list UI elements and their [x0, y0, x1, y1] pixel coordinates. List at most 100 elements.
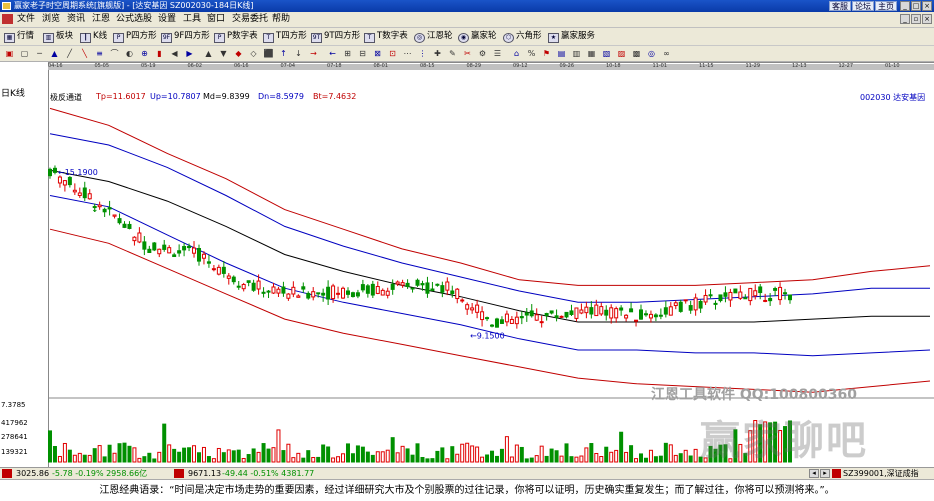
volume-bar [390, 437, 395, 463]
candle-body [529, 310, 534, 317]
volume-bar [554, 450, 559, 463]
volume-bar [673, 454, 678, 463]
candle-body [211, 268, 216, 271]
candle-body [748, 287, 753, 302]
volume-bar [559, 455, 564, 463]
candle-body [480, 311, 485, 321]
volume-bar [132, 447, 137, 463]
candle-body [758, 286, 763, 294]
sh-index-change: -5.78 -0.19% 2958.66亿 [52, 469, 148, 478]
candle-body [643, 313, 648, 316]
volume-bar [445, 458, 450, 463]
low-price-label: ←9.1500 [470, 331, 505, 340]
volume-bar [246, 454, 251, 463]
candle-body [693, 297, 698, 311]
candle-body [584, 306, 589, 314]
candle-body [410, 287, 415, 290]
candle-body [420, 283, 425, 286]
candle-body [375, 286, 380, 294]
candle-body [336, 292, 341, 295]
sh-index-icon [2, 469, 12, 478]
volume-bar [286, 443, 291, 463]
volume-bar [629, 445, 634, 463]
volume-bar [365, 451, 370, 463]
volume-bar [415, 443, 420, 463]
candle-body [425, 282, 430, 294]
status-bar: 3025.86 -5.78 -0.19% 2958.66亿 9671.13 -4… [0, 467, 934, 479]
volume-bar [261, 443, 266, 463]
candle-body [524, 312, 529, 316]
volume-bar [77, 452, 82, 463]
candle-body [345, 290, 350, 295]
candle-body [48, 168, 52, 177]
candle-body [201, 253, 206, 259]
candle-body [574, 307, 579, 319]
volume-bar [221, 452, 226, 463]
candle-body [152, 242, 157, 251]
volume-bar [534, 455, 539, 463]
volume-bar [693, 448, 698, 463]
candle-body [733, 288, 738, 294]
volume-bar [594, 452, 599, 463]
candle-body [296, 295, 301, 298]
candle-body [788, 294, 792, 301]
volume-bar [405, 448, 410, 463]
volume-bar [599, 456, 604, 463]
volume-bar [147, 452, 152, 463]
volume-bar [614, 449, 619, 463]
candle-body [624, 314, 629, 319]
candle-body [460, 299, 465, 302]
candle-body [301, 286, 306, 290]
volume-bar [430, 458, 435, 463]
candle-body [137, 232, 142, 243]
volume-bar [256, 451, 261, 463]
volume-bar [574, 456, 579, 463]
candle-body [231, 276, 236, 283]
candle-body [539, 321, 544, 324]
volume-bar [122, 442, 127, 463]
candle-body [87, 193, 92, 200]
volume-bar [177, 451, 182, 463]
volume-bar [301, 457, 306, 463]
volume-bar [619, 431, 624, 463]
candle-body [52, 167, 57, 173]
candle-body [326, 286, 331, 300]
volume-bar [306, 450, 311, 463]
scroll-left-icon[interactable]: ◂ [809, 469, 819, 478]
candle-body [648, 313, 653, 319]
volume-bar [72, 454, 77, 463]
scroll-right-icon[interactable]: ▸ [820, 469, 830, 478]
volume-bar [678, 453, 683, 463]
volume-bar [142, 456, 147, 463]
volume-bar [465, 442, 470, 463]
candle-body [569, 310, 574, 315]
candle-body [57, 176, 62, 184]
candle-body [321, 292, 326, 296]
candle-body [599, 306, 604, 315]
candle-body [698, 300, 703, 309]
volume-bar [624, 451, 629, 463]
candle-body [465, 304, 470, 310]
volume-bar [648, 449, 653, 463]
sh-index-value: 3025.86 [16, 469, 50, 478]
volume-bar [251, 448, 256, 463]
volume-bar [385, 449, 390, 463]
candle-body [132, 236, 137, 242]
volume-bar [400, 445, 405, 463]
volume-bar [231, 450, 236, 463]
candle-body [162, 244, 167, 250]
volume-bar [499, 448, 504, 463]
volume-bar [355, 445, 360, 463]
candle-body [236, 285, 241, 288]
candle-body [470, 307, 475, 311]
candle-body [256, 280, 261, 290]
candle-body [778, 286, 783, 301]
volume-bar [226, 449, 231, 463]
candle-body [365, 285, 370, 294]
volume-bar [420, 456, 425, 463]
candle-body [415, 279, 420, 286]
volume-bar [455, 453, 460, 463]
candle-body [668, 306, 673, 316]
candle-body [559, 315, 564, 318]
candle-body [395, 281, 400, 285]
